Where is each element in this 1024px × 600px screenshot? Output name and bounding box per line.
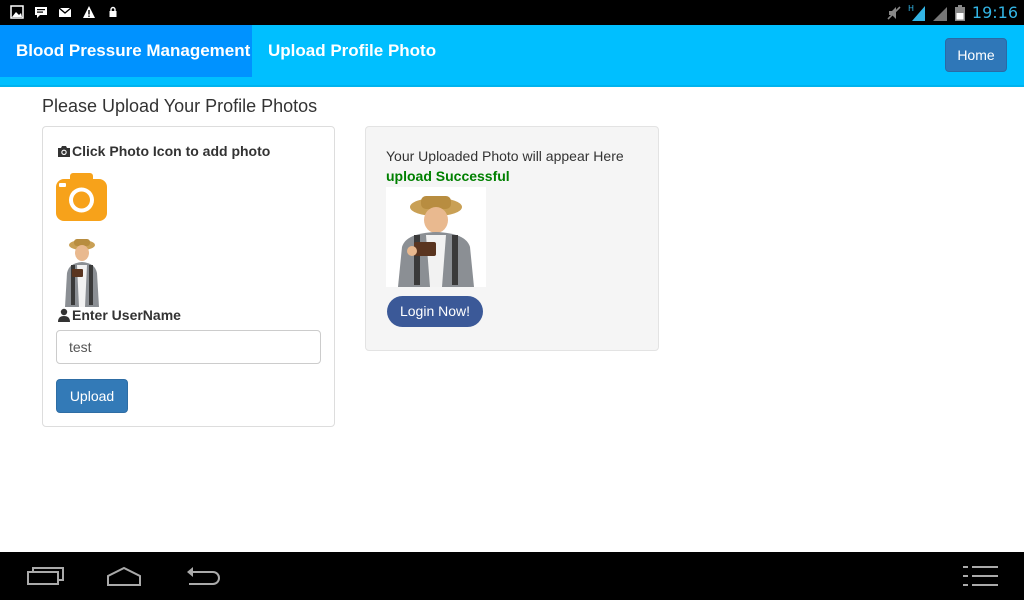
notification-icons [10,5,120,19]
user-icon [58,308,70,322]
home-icon[interactable] [104,562,144,590]
upload-status: upload Successful [386,168,510,184]
no-sound-icon [887,5,901,20]
brand[interactable]: Blood Pressure Management [0,25,252,77]
warning-icon [83,6,95,18]
lock-icon [109,6,117,17]
uploaded-photo [386,187,486,287]
chat-icon [35,7,47,18]
battery-icon [954,4,965,21]
signal-h-icon: H [908,4,925,21]
username-input[interactable] [56,330,321,364]
signal-icon [932,6,947,21]
nav-link-upload-profile-photo[interactable]: Upload Profile Photo [268,25,436,77]
upload-button[interactable]: Upload [56,379,128,413]
screen: H 19:16 Blood Pressure Management Upload… [0,0,1024,600]
app-navbar: Blood Pressure Management Upload Profile… [0,25,1024,87]
username-label: Enter UserName [57,307,181,323]
profile-thumbnail [57,235,107,307]
gmail-icon [58,7,72,17]
clock: 19:16 [971,3,1018,22]
result-panel: Your Uploaded Photo will appear Here upl… [365,126,659,351]
home-button[interactable]: Home [945,38,1007,72]
page-title: Please Upload Your Profile Photos [42,96,318,116]
gallery-icon [10,5,24,19]
username-label-text: Enter UserName [72,307,181,323]
svg-text:H: H [908,4,914,13]
status-bar: H 19:16 [0,0,1024,25]
camera-label-text: Click Photo Icon to add photo [72,143,271,159]
system-icons: H 19:16 [886,3,1018,22]
menu-icon[interactable] [960,562,1000,590]
login-now-button[interactable]: Login Now! [387,296,483,327]
recent-apps-icon[interactable] [26,562,66,590]
camera-icon[interactable] [56,172,107,221]
system-navigation-bar [0,552,1024,600]
camera-small-icon [58,145,70,157]
upload-note: Your Uploaded Photo will appear Here [386,148,624,164]
upload-panel: Click Photo Icon to add photo Enter User… [42,126,335,427]
camera-label: Click Photo Icon to add photo [57,143,270,159]
back-icon[interactable] [183,562,223,590]
